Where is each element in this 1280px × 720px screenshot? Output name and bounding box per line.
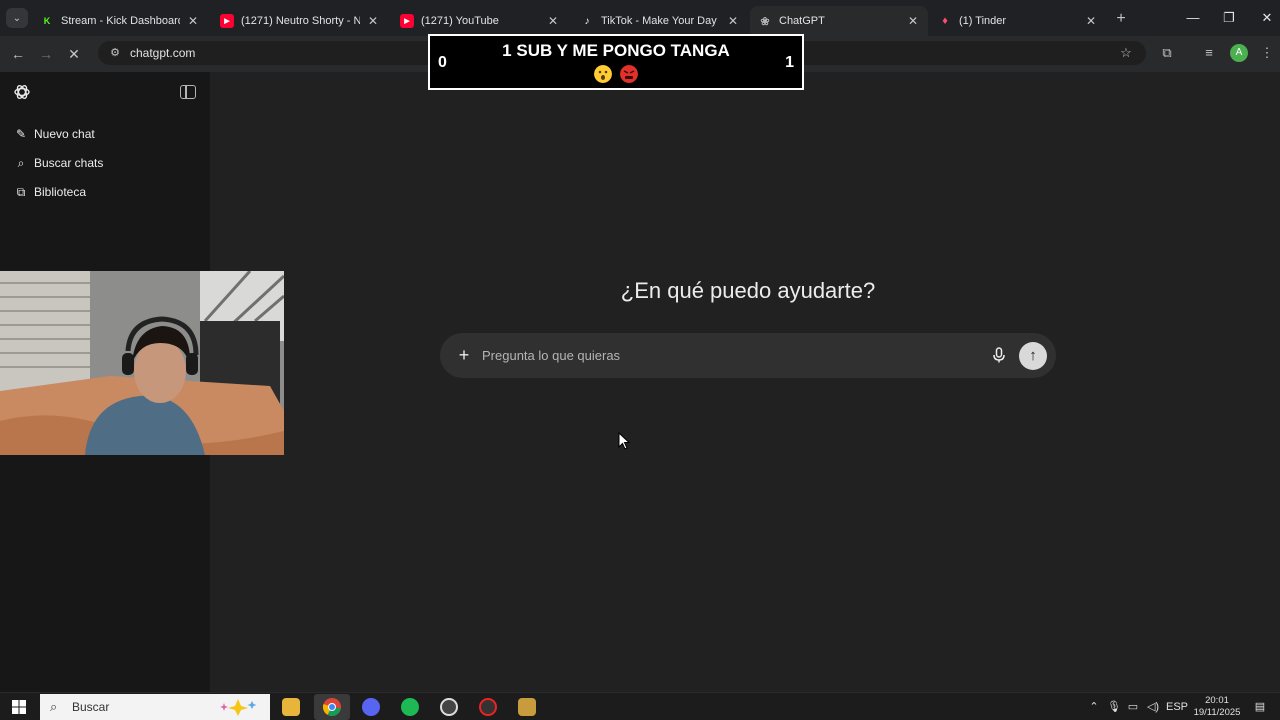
sidebar-item-search-chats[interactable]: ⌕ Buscar chats	[8, 150, 202, 176]
youtube-icon: ▶	[220, 14, 234, 28]
tab-title: Stream - Kick Dashboard	[61, 15, 180, 27]
back-button[interactable]: ←	[8, 44, 28, 64]
overlay-left-score: 0	[438, 54, 447, 71]
stop-loading-button[interactable]: ✕	[64, 44, 84, 64]
overlay-title: 1 SUB Y ME PONGO TANGA	[502, 41, 730, 60]
search-icon: ⌕	[17, 156, 25, 170]
prompt-input[interactable]	[482, 345, 962, 365]
sidebar-item-label: Buscar chats	[34, 156, 104, 170]
sidebar-toggle-icon[interactable]	[180, 85, 196, 99]
page-title: ¿En qué puedo ayudarte?	[620, 278, 876, 303]
new-tab-button[interactable]: +	[1112, 10, 1130, 28]
bookmark-star-icon[interactable]: ☆	[1117, 44, 1135, 62]
overlay-right-score: 1	[785, 54, 794, 71]
system-clock[interactable]: 20:01 19/11/2025	[1188, 695, 1246, 719]
volume-icon[interactable]: ◁)	[1146, 700, 1160, 714]
edit-icon: ✎	[15, 127, 27, 141]
close-icon[interactable]: ✕	[1084, 14, 1098, 28]
tab-tinder[interactable]: ♦ (1) Tinder ✕	[930, 6, 1106, 36]
chatgpt-logo-icon[interactable]	[12, 82, 32, 102]
screen: ⌄ K Stream - Kick Dashboard ✕ ▶ (1271) N…	[0, 0, 1280, 720]
close-icon[interactable]: ✕	[726, 14, 740, 28]
microphone-icon[interactable]	[990, 346, 1008, 364]
app-icon[interactable]	[479, 698, 497, 716]
taskbar-search-box[interactable]: ⌕ Buscar	[40, 694, 270, 720]
tab-title: (1271) Neutro Shorty - No Lloro	[241, 15, 360, 27]
close-icon[interactable]: ✕	[186, 14, 200, 28]
microphone-tray-icon[interactable]: 🎙	[1107, 700, 1121, 714]
browser-menu-icon[interactable]: ⋮	[1258, 44, 1276, 62]
extensions-icon[interactable]: ⧉	[1158, 44, 1176, 62]
tab-title: (1271) YouTube	[421, 15, 499, 27]
url-text: chatgpt.com	[130, 46, 196, 60]
sidebar-item-library[interactable]: ⧉ Biblioteca	[8, 179, 202, 205]
clock-date: 19/11/2025	[1193, 707, 1241, 718]
tab-youtube-neutro[interactable]: ▶ (1271) Neutro Shorty - No Lloro ✕	[212, 6, 388, 36]
chatgpt-icon: ❀	[760, 15, 770, 28]
send-button[interactable]: ↑	[1019, 342, 1047, 370]
webcam-feed	[0, 271, 284, 455]
close-icon[interactable]: ✕	[906, 14, 920, 28]
windows-start-icon[interactable]	[12, 700, 26, 714]
sidebar-item-label: Nuevo chat	[34, 127, 95, 141]
clock-time: 20:01	[1205, 695, 1229, 706]
prompt-composer: + ↑	[440, 333, 1056, 378]
browser-tabstrip: ⌄ K Stream - Kick Dashboard ✕ ▶ (1271) N…	[0, 0, 1280, 36]
search-icon: ⌕	[50, 699, 58, 714]
site-info-icon[interactable]: ⚙	[108, 46, 122, 60]
profile-avatar[interactable]: A	[1230, 44, 1248, 62]
tray-chevron-up-icon[interactable]: ⌃	[1088, 700, 1100, 714]
tab-title: (1) Tinder	[959, 15, 1007, 27]
file-explorer-icon[interactable]	[282, 698, 300, 716]
kick-icon: K	[43, 16, 51, 26]
surprised-emoji-icon	[594, 65, 612, 83]
tab-kick[interactable]: K Stream - Kick Dashboard ✕	[32, 6, 208, 36]
spotify-icon[interactable]	[401, 698, 419, 716]
stream-overlay-banner: 1 SUB Y ME PONGO TANGA 0 1	[428, 34, 804, 90]
tab-title: TikTok - Make Your Day	[601, 15, 717, 27]
network-icon[interactable]: ▭	[1126, 700, 1140, 714]
window-close-button[interactable]: ✕	[1256, 8, 1278, 28]
restore-button[interactable]: ❐	[1218, 8, 1240, 28]
chrome-icon[interactable]	[323, 698, 341, 716]
tinder-icon: ♦	[942, 15, 948, 27]
sidebar-item-new-chat[interactable]: ✎ Nuevo chat	[8, 121, 202, 147]
tab-tiktok[interactable]: ♪ TikTok - Make Your Day ✕	[572, 6, 748, 36]
windows-taskbar: ⌕ Buscar ⌃ 🎙 ▭ ◁) ESP 20:01 19/11/2025 ▤	[0, 692, 1280, 720]
discord-icon[interactable]	[362, 698, 380, 716]
youtube-icon: ▶	[400, 14, 414, 28]
minimize-button[interactable]: —	[1182, 8, 1204, 28]
media-control-icon[interactable]: ≡	[1200, 44, 1218, 62]
language-indicator[interactable]: ESP	[1166, 700, 1188, 714]
taskbar-search-label: Buscar	[72, 700, 110, 714]
notifications-icon[interactable]: ▤	[1252, 700, 1268, 714]
angry-emoji-icon	[620, 65, 638, 83]
close-icon[interactable]: ✕	[546, 14, 560, 28]
library-icon: ⧉	[16, 185, 26, 199]
tab-title: ChatGPT	[779, 15, 825, 27]
mouse-cursor-icon	[618, 432, 630, 450]
tab-search-chevron-icon[interactable]: ⌄	[6, 8, 28, 28]
search-highlight-icon	[220, 699, 257, 716]
obs-icon[interactable]	[440, 698, 458, 716]
sidebar-item-label: Biblioteca	[34, 185, 87, 199]
close-icon[interactable]: ✕	[366, 14, 380, 28]
tab-chatgpt[interactable]: ❀ ChatGPT ✕	[750, 6, 928, 36]
tiktok-icon: ♪	[584, 15, 590, 27]
league-of-legends-icon[interactable]	[518, 698, 536, 716]
forward-button[interactable]: →	[36, 44, 56, 64]
tab-youtube[interactable]: ▶ (1271) YouTube ✕	[392, 6, 568, 36]
add-attachment-button[interactable]: +	[454, 345, 474, 365]
